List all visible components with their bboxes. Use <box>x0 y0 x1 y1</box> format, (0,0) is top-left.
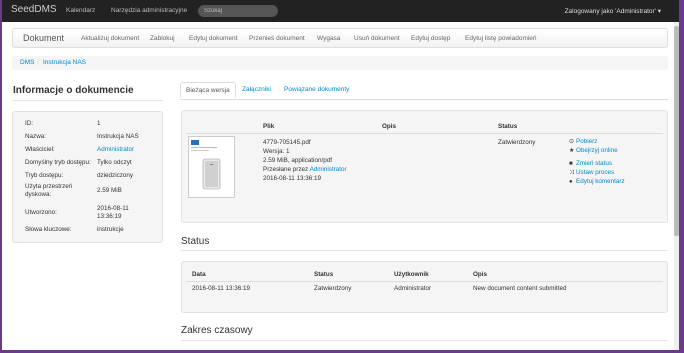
view-online-label: Obejrzyj online <box>576 147 618 154</box>
column-header-description: Opis <box>473 271 487 278</box>
nav-link-admin-tools[interactable]: Narzędzia administracyjne <box>111 7 187 14</box>
info-value-default-access: Tylko odczyt <box>97 159 132 166</box>
divider <box>181 340 668 341</box>
status-section-title: Status <box>181 236 210 247</box>
info-value-owner-link[interactable]: Administrator <box>97 146 134 154</box>
document-menubar: Dokument Aktualizuj dokument Zablokuj Ed… <box>12 28 668 48</box>
info-label-owner: Właściciel: <box>25 146 55 153</box>
uploaded-by-prefix: Przesłane przez <box>263 166 309 173</box>
user-menu[interactable]: Zalogowany jako 'Administrator' ▾ <box>565 7 661 15</box>
menu-expires[interactable]: Wygasa <box>317 35 340 42</box>
page-scrollbar[interactable] <box>674 22 679 350</box>
breadcrumb-root[interactable]: DMS <box>20 59 34 66</box>
upload-date: 2016-08-11 13:36:19 <box>263 175 322 182</box>
browser-page: SeedDMS Kalendarz Narzędzia administracy… <box>2 0 679 350</box>
nav-link-calendar[interactable]: Kalendarz <box>66 7 95 14</box>
info-value-access-mode: dziedziczony <box>97 172 134 179</box>
status-row-user: Administrator <box>394 285 432 292</box>
info-label-created: Utworzono: <box>25 209 57 216</box>
search-input[interactable] <box>198 5 278 17</box>
view-online-link[interactable]: ★ Obejrzyj online <box>569 147 618 154</box>
set-workflow-link[interactable]: ⤨ Ustaw proces <box>569 169 614 177</box>
brand-logo[interactable]: SeedDMS <box>11 4 57 15</box>
menu-lock[interactable]: Zablokuj <box>150 35 175 42</box>
set-workflow-label: Ustaw proces <box>576 169 615 176</box>
info-label-default-access: Domyślny tryb dostępu: <box>25 159 91 166</box>
menu-move-document[interactable]: Przenieś dokument <box>249 35 305 42</box>
file-name: 4779-705145.pdf <box>263 139 311 146</box>
star-icon: ★ <box>569 148 575 154</box>
info-value-name: Instrukcja NAS <box>97 133 139 140</box>
column-header-status: Status <box>314 271 334 278</box>
info-label-access-mode: Tryb dostępu: <box>25 172 64 179</box>
info-label-id: ID: <box>25 120 34 127</box>
top-navbar: SeedDMS Kalendarz Narzędzia administracy… <box>2 0 679 22</box>
download-icon: ⊙ <box>569 139 575 145</box>
column-header-user: Użytkownik <box>394 271 429 278</box>
info-label-disk-space: Użyta przestrzeń dyskowa: <box>25 183 73 198</box>
info-value-disk-space: 2.59 MiB <box>97 187 122 194</box>
menu-edit-document[interactable]: Edytuj dokument <box>189 35 237 42</box>
change-status-label: Zmień status <box>576 160 613 167</box>
table-divider <box>186 281 663 282</box>
scrollbar-thumb[interactable] <box>674 26 679 236</box>
menubar-title: Dokument <box>23 33 65 43</box>
current-version-panel: Plik Opis Status 4779-705145.pdf Wersja:… <box>181 110 668 223</box>
column-header-date: Data <box>192 271 206 278</box>
file-size-type: 2.59 MiB, application/pdf <box>263 157 332 164</box>
info-label-name: Nazwa: <box>25 133 46 140</box>
menu-update-document[interactable]: Aktualizuj dokument <box>81 35 139 42</box>
table-divider <box>186 133 663 134</box>
info-value-keywords: instrukcje <box>97 226 124 233</box>
uploader-link[interactable]: Administrator <box>310 166 347 173</box>
status-row-date: 2016-08-11 13:36:19 <box>192 285 251 292</box>
status-history-panel: Data Status Użytkownik Opis 2016-08-11 1… <box>181 261 668 313</box>
edit-comment-link[interactable]: ● Edytuj komentarz <box>569 178 625 185</box>
info-value-id: 1 <box>97 120 101 127</box>
sidebar-heading: Informacje o dokumencie <box>13 85 134 96</box>
status-icon: ■ <box>569 161 573 167</box>
divider <box>12 100 163 101</box>
nas-device-image <box>191 140 221 190</box>
change-status-link[interactable]: ■ Zmień status <box>569 160 612 167</box>
info-label-keywords: Słowa kluczowe: <box>25 226 72 233</box>
breadcrumb-separator: / <box>37 59 39 66</box>
document-tabs: Bieżąca wersja Załączniki Powiązane doku… <box>180 82 668 100</box>
breadcrumb-document[interactable]: Instrukcja NAS <box>43 59 86 66</box>
breadcrumb: DMS / Instrukcja NAS <box>12 56 668 70</box>
tab-current-version[interactable]: Bieżąca wersja <box>180 82 236 98</box>
comment-icon: ● <box>569 179 573 185</box>
document-thumbnail[interactable] <box>188 136 235 198</box>
tab-attachments[interactable]: Załączniki <box>242 86 271 93</box>
timeline-section-title: Zakres czasowy <box>181 325 253 336</box>
download-link[interactable]: ⊙ Pobierz <box>569 138 597 145</box>
menu-delete-document[interactable]: Usuń dokument <box>354 35 400 42</box>
edit-comment-label: Edytuj komentarz <box>576 178 625 185</box>
column-header-description: Opis <box>382 123 396 130</box>
tab-related-documents[interactable]: Powiązane dokumenty <box>284 86 349 93</box>
document-info-panel: ID: 1 Nazwa: Instrukcja NAS Właściciel: … <box>12 111 163 243</box>
menu-edit-notifications[interactable]: Edytuj listę powiadomień <box>465 35 537 42</box>
divider <box>181 250 668 251</box>
column-header-status: Status <box>498 123 518 130</box>
uploaded-by: Przesłane przez Administrator <box>263 165 347 174</box>
shuffle-icon: ⤨ <box>569 170 574 176</box>
status-row-status: Zatwierdzony <box>314 285 352 292</box>
column-header-file: Plik <box>263 123 275 130</box>
info-value-created: 2016-08-11 13:36:19 <box>97 205 129 220</box>
version-status: Zatwierdzony <box>498 139 536 146</box>
version-number: Wersja: 1 <box>263 148 290 155</box>
menu-edit-access[interactable]: Edytuj dostęp <box>411 35 450 42</box>
download-label: Pobierz <box>576 138 598 145</box>
status-row-description: New document content submitted <box>473 285 567 292</box>
